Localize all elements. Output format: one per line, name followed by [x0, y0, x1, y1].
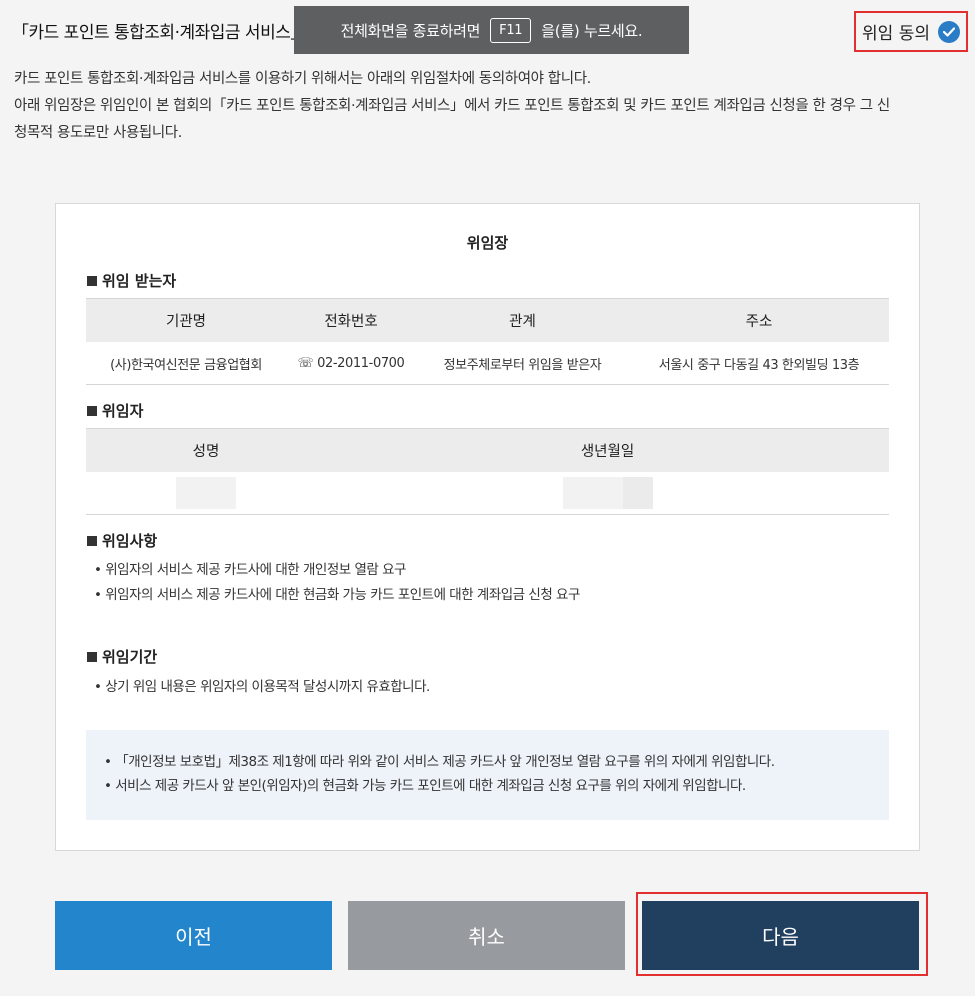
notice-line: • 「개인정보 보호법」제38조 제1항에 따라 위와 같이 서비스 제공 카드… [104, 754, 775, 770]
square-bullet-icon [87, 275, 97, 286]
section-matters-heading: 위임사항 [87, 530, 157, 551]
legal-notice-box: • 「개인정보 보호법」제38조 제1항에 따라 위와 같이 서비스 제공 카드… [86, 730, 889, 820]
square-bullet-icon [87, 535, 97, 546]
table-row [86, 472, 889, 515]
table-header-cell: 관계 [416, 298, 629, 342]
next-button[interactable]: 다음 [642, 901, 919, 970]
table-cell: (사)한국여신전문 금융업협회 [86, 342, 286, 385]
f11-key-badge: F11 [490, 17, 532, 43]
square-bullet-icon [87, 651, 97, 662]
delegatee-table: 기관명 전화번호 관계 주소 (사)한국여신전문 금융업협회 ☏ 02-2011… [86, 298, 889, 385]
list-item: • 위임자의 서비스 제공 카드사에 대한 개인정보 열람 요구 [94, 562, 406, 578]
intro-line: 카드 포인트 통합조회·계좌입금 서비스를 이용하기 위해서는 아래의 위임절차… [14, 71, 591, 87]
square-bullet-icon [87, 405, 97, 416]
masked-birthdate-part [622, 477, 653, 509]
name-value-cell [86, 472, 326, 515]
table-header-cell: 성명 [86, 428, 326, 472]
section-delegatee-heading: 위임 받는자 [87, 270, 176, 291]
check-icon [937, 20, 960, 43]
delegator-table: 성명 생년월일 [86, 428, 889, 515]
table-header-cell: 기관명 [86, 298, 286, 342]
period-list: • 상기 위임 내용은 위임자의 이용목적 달성시까지 유효합니다. [94, 675, 430, 700]
page-title: 「카드 포인트 통합조회·계좌입금 서비스」이용 [12, 23, 338, 43]
notice-line: • 서비스 제공 카드사 앞 본인(위임자)의 현금화 가능 카드 포인트에 대… [104, 778, 746, 794]
intro-text: 카드 포인트 통합조회·계좌입금 서비스를 이용하기 위해서는 아래의 위임절차… [14, 66, 964, 147]
table-cell: ☏ 02-2011-0700 [286, 342, 416, 385]
masked-name [176, 477, 236, 509]
table-header-cell: 전화번호 [286, 298, 416, 342]
table-cell: 정보주체로부터 위임을 받은자 [416, 342, 629, 385]
birthdate-value-cell [326, 472, 889, 515]
fullscreen-exit-notice: 전체화면을 종료하려면 F11 을(를) 누르세요. [294, 6, 689, 54]
section-heading-text: 위임사항 [102, 532, 158, 550]
agree-label: 위임 동의 [862, 24, 930, 44]
table-row: (사)한국여신전문 금융업협회 ☏ 02-2011-0700 정보주체로부터 위… [86, 342, 889, 385]
intro-line: 청목적 용도로만 사용됩니다. [14, 125, 182, 141]
list-item: • 위임자의 서비스 제공 카드사에 대한 현금화 가능 카드 포인트에 대한 … [94, 587, 580, 603]
table-header-cell: 생년월일 [326, 428, 889, 472]
prev-button[interactable]: 이전 [55, 901, 332, 970]
agree-delegation-toggle[interactable]: 위임 동의 [854, 11, 968, 52]
table-header-row: 성명 생년월일 [86, 428, 889, 472]
power-of-attorney-card: 위임장 위임 받는자 기관명 전화번호 관계 주소 (사)한국여신전문 금융업협… [55, 203, 920, 851]
table-cell: 서울시 중구 다동길 43 한외빌딩 13층 [629, 342, 889, 385]
cancel-button[interactable]: 취소 [348, 901, 625, 970]
letter-title: 위임장 [466, 234, 509, 252]
section-delegator-heading: 위임자 [87, 400, 143, 421]
list-item: • 상기 위임 내용은 위임자의 이용목적 달성시까지 유효합니다. [94, 679, 430, 695]
section-period-heading: 위임기간 [87, 646, 157, 667]
intro-line: 아래 위임장은 위임인이 본 협회의「카드 포인트 통합조회·계좌입금 서비스」… [14, 98, 890, 114]
table-header-row: 기관명 전화번호 관계 주소 [86, 298, 889, 342]
masked-birthdate [562, 477, 623, 509]
section-heading-text: 위임기간 [102, 648, 158, 666]
fullscreen-notice-text-after: 을(를) 누르세요. [541, 21, 643, 40]
matters-list: • 위임자의 서비스 제공 카드사에 대한 개인정보 열람 요구 • 위임자의 … [94, 558, 580, 608]
fullscreen-notice-text: 전체화면을 종료하려면 [340, 21, 481, 40]
table-header-cell: 주소 [629, 298, 889, 342]
section-heading-text: 위임자 [102, 402, 144, 420]
section-heading-text: 위임 받는자 [102, 272, 177, 290]
